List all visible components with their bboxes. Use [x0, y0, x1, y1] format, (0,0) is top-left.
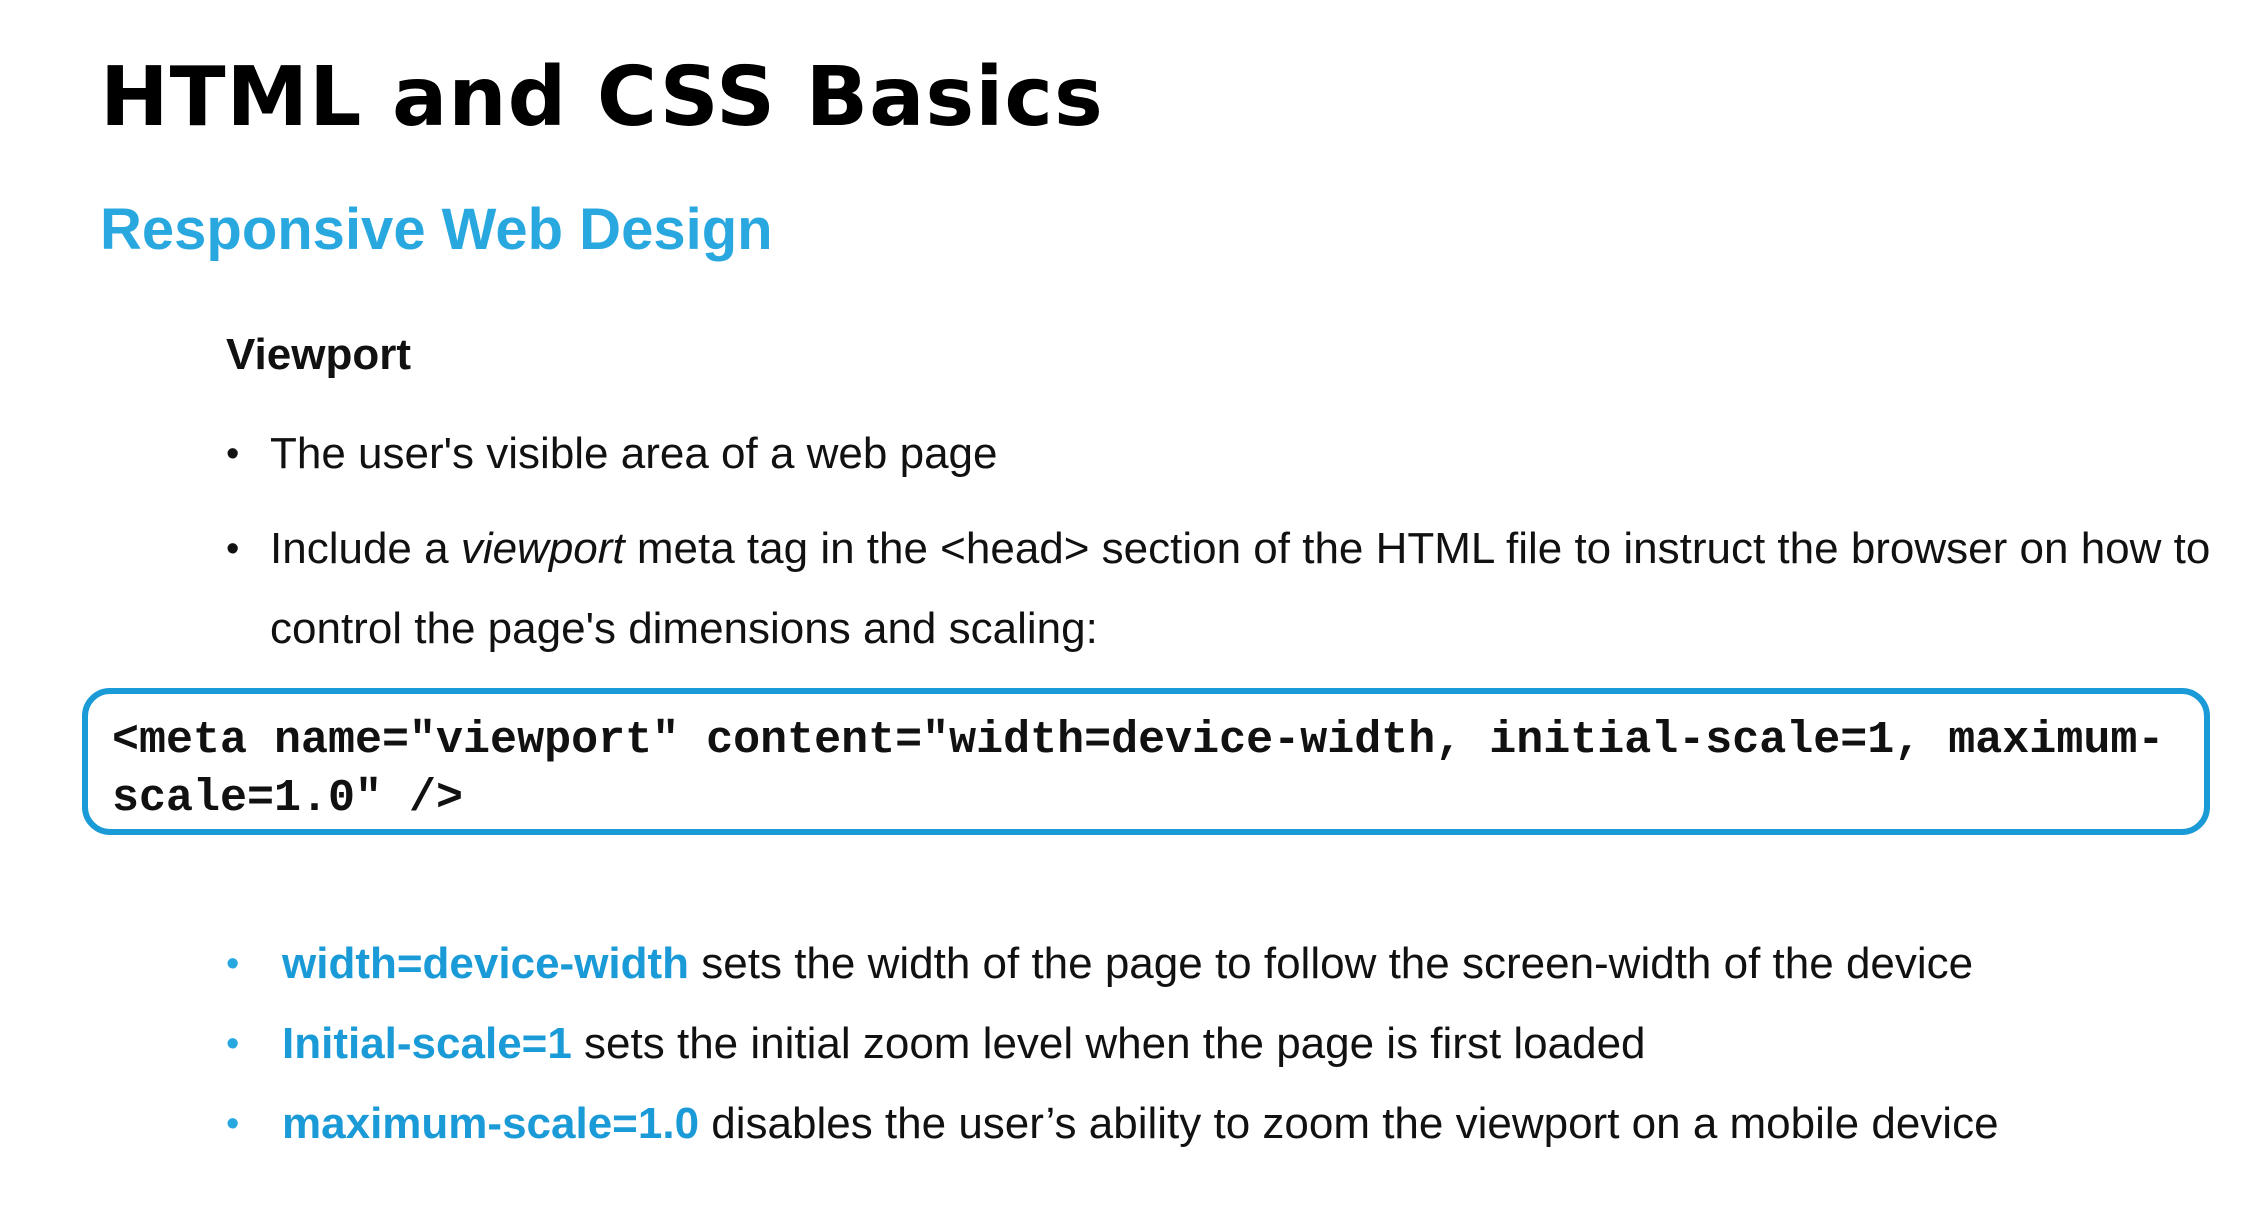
param-key: maximum-scale=1.0 — [282, 1099, 700, 1148]
param-key: Initial-scale=1 — [282, 1019, 572, 1068]
param-key: width=device-width — [282, 939, 690, 988]
intro-bullet-text: The user's visible area of a web page — [270, 429, 997, 478]
param-bullet-list: • width=device-width sets the width of t… — [226, 924, 2216, 1164]
intro-bullet-text: Include a viewport meta tag in the <head… — [270, 524, 2210, 653]
intro-text-before: The user's visible area of a web page — [270, 429, 998, 478]
bullet-marker: • — [226, 1103, 240, 1145]
intro-bullet-list: • The user's visible area of a web page … — [226, 414, 2216, 669]
code-snippet: <meta name="viewport" content="width=dev… — [112, 715, 2165, 824]
intro-bullet-item: • Include a viewport meta tag in the <he… — [226, 509, 2216, 669]
param-description: sets the initial zoom level when the pag… — [571, 1019, 1646, 1068]
intro-text-before: Include a — [270, 524, 461, 573]
bullet-marker: • — [226, 433, 240, 475]
bullet-marker: • — [226, 1023, 240, 1065]
param-bullet-item: • Initial-scale=1 sets the initial zoom … — [226, 1004, 2216, 1084]
param-description: sets the width of the page to follow the… — [689, 939, 1974, 988]
slide-subtitle: Responsive Web Design — [100, 197, 773, 262]
slide-title: HTML and CSS Basics — [100, 50, 1104, 145]
param-bullet-item: • maximum-scale=1.0 disables the user’s … — [226, 1084, 2216, 1164]
bullet-marker: • — [226, 943, 240, 985]
section-heading: Viewport — [226, 330, 412, 379]
param-bullet-item: • width=device-width sets the width of t… — [226, 924, 2216, 1004]
code-snippet-box: <meta name="viewport" content="width=dev… — [82, 688, 2210, 835]
param-description: disables the user’s ability to zoom the … — [699, 1099, 1999, 1148]
intro-bullet-item: • The user's visible area of a web page — [226, 414, 2216, 494]
bullet-marker: • — [226, 528, 240, 570]
intro-text-emphasis: viewport — [460, 524, 625, 573]
